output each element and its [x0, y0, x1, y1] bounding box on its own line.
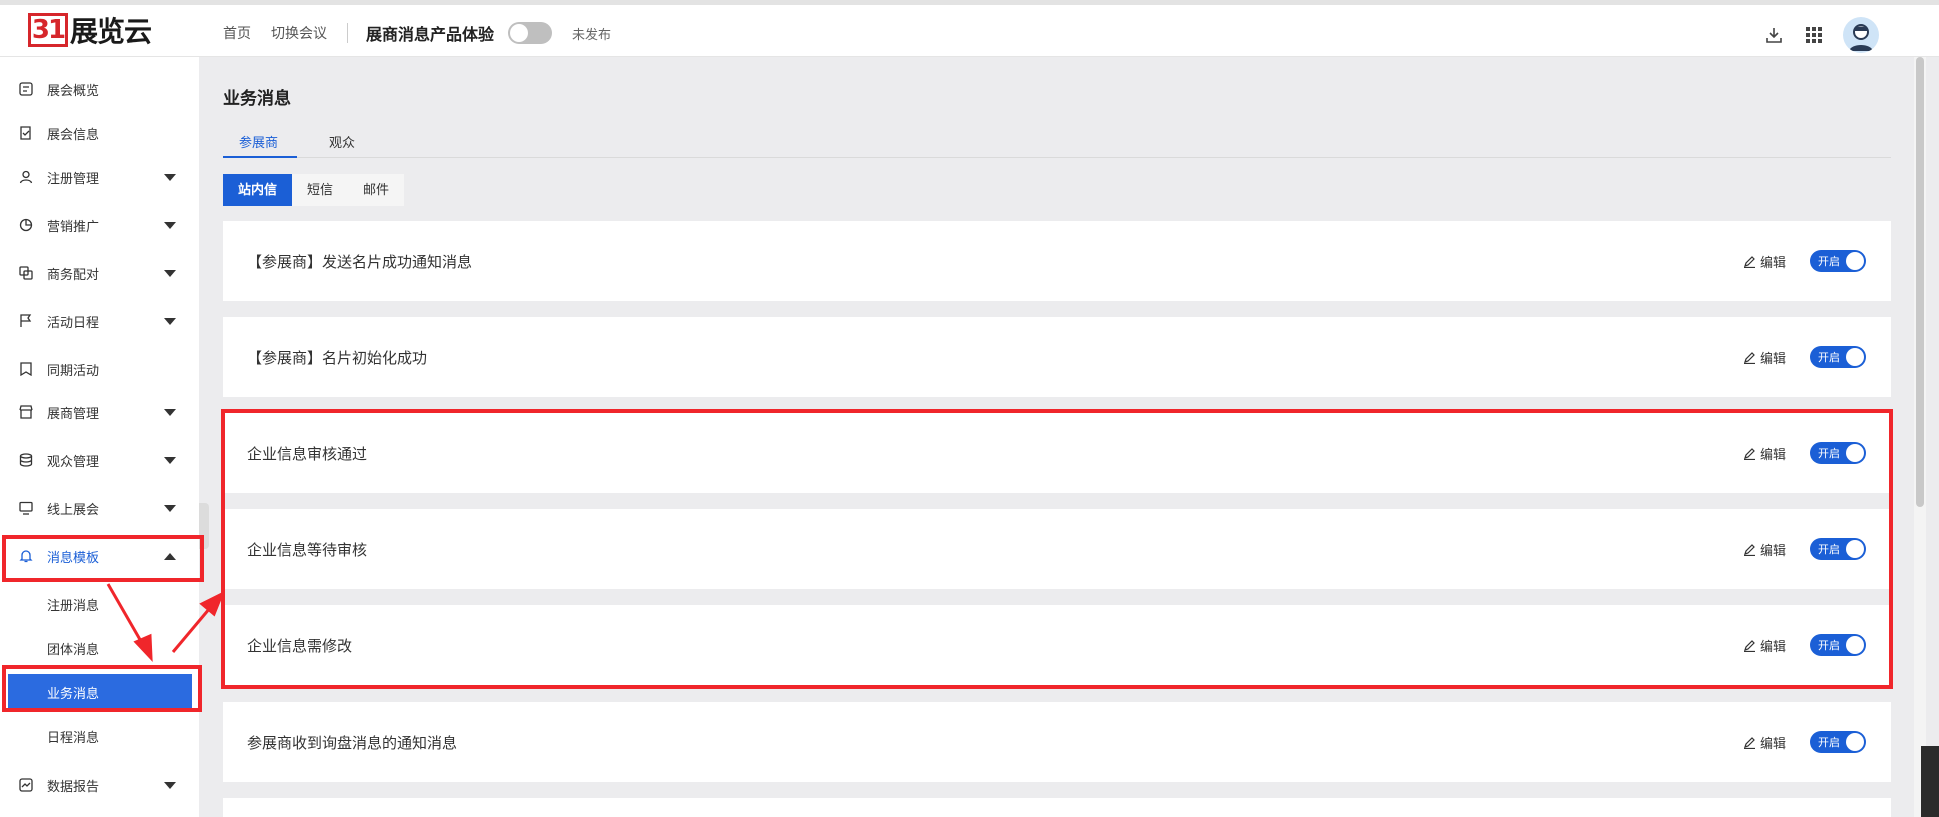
- edit-button[interactable]: 编辑: [1743, 252, 1786, 271]
- copy-icon: [18, 265, 34, 281]
- logo-text: 展览云: [70, 15, 152, 48]
- message-title: 【参展商】发送名片成功通知消息: [247, 253, 473, 271]
- sidebar-item-label: 营销推广: [47, 218, 100, 234]
- sidebar-item-marketing[interactable]: 营销推广: [0, 210, 199, 240]
- sidebar-item-label: 展会概览: [47, 82, 100, 98]
- sidebar-item-label: 展会信息: [47, 126, 100, 142]
- line-chart-icon: [18, 777, 34, 793]
- toggle-label: 开启: [1818, 352, 1840, 364]
- sidebar-item-schedule[interactable]: 活动日程: [0, 306, 199, 336]
- pencil-icon: [1743, 736, 1756, 749]
- sidebar-item-label: 同期活动: [47, 362, 100, 378]
- tab-visitor[interactable]: 观众: [329, 132, 355, 151]
- divider: [347, 23, 348, 43]
- logo-badge: 31: [28, 13, 68, 47]
- annotation-box-message-templates: [2, 535, 204, 582]
- chevron-down-icon: [164, 456, 176, 464]
- top-bar: 31 展览云 首页 切换会议 展商消息产品体验 未发布: [0, 0, 1939, 57]
- store-icon: [18, 404, 34, 420]
- pencil-icon: [1743, 351, 1756, 364]
- chevron-down-icon: [164, 317, 176, 325]
- sidebar-subitem-label: 日程消息: [47, 729, 100, 745]
- chevron-down-icon: [164, 269, 176, 277]
- sidebar-item-data-report[interactable]: 数据报告: [0, 770, 199, 800]
- chevron-down-icon: [164, 221, 176, 229]
- user-avatar[interactable]: [1843, 17, 1879, 53]
- active-tab-indicator: [223, 156, 297, 158]
- sidebar-item-label: 数据报告: [47, 778, 100, 794]
- edit-label: 编辑: [1759, 350, 1786, 366]
- sidebar-item-online-expo[interactable]: 线上展会: [0, 493, 199, 523]
- chevron-down-icon: [164, 504, 176, 512]
- sidebar-item-visitors[interactable]: 观众管理: [0, 445, 199, 475]
- nav-switch-meeting-link[interactable]: 切换会议: [271, 23, 327, 43]
- message-card: 【参展商】名片初始化成功 编辑 开启: [223, 317, 1891, 397]
- bookmark-icon: [18, 361, 34, 377]
- pie-chart-icon: [18, 217, 34, 233]
- channel-switch: 站内信 短信 邮件: [223, 174, 405, 206]
- chevron-down-icon: [164, 173, 176, 181]
- edit-button[interactable]: 编辑: [1743, 733, 1786, 752]
- sidebar-subitem-label: 注册消息: [47, 597, 100, 613]
- sidebar-item-matchmaking[interactable]: 商务配对: [0, 258, 199, 288]
- sidebar-item-exhibitors[interactable]: 展商管理: [0, 397, 199, 427]
- sidebar-item-overview[interactable]: 展会概览: [0, 74, 199, 104]
- channel-email-button[interactable]: 邮件: [348, 174, 405, 206]
- top-nav: 首页 切换会议 展商消息产品体验 未发布: [223, 21, 611, 45]
- sidebar-item-label: 观众管理: [47, 453, 100, 469]
- download-icon[interactable]: [1761, 22, 1787, 48]
- pencil-icon: [1743, 255, 1756, 268]
- monitor-icon: [18, 500, 34, 516]
- enable-toggle[interactable]: 开启: [1810, 250, 1866, 272]
- user-icon: [18, 169, 34, 185]
- sidebar-item-label: 注册管理: [47, 170, 100, 186]
- message-card: 【参展商】发送名片成功通知消息 编辑 开启: [223, 221, 1891, 301]
- scrollbar-thumb[interactable]: [1916, 57, 1924, 507]
- chevron-down-icon: [164, 781, 176, 789]
- message-title: 参展商收到询盘消息的通知消息: [247, 734, 458, 752]
- sidebar-subitem-label: 团体消息: [47, 641, 100, 657]
- edit-button[interactable]: 编辑: [1743, 348, 1786, 367]
- sidebar-subitem-group-messages[interactable]: 团体消息: [0, 630, 199, 666]
- channel-sms-button[interactable]: 短信: [292, 174, 349, 206]
- tab-exhibitor[interactable]: 参展商: [239, 132, 278, 151]
- audience-tabs: 参展商 观众: [223, 128, 1891, 158]
- annotation-box-enterprise-cards: [221, 409, 1893, 689]
- sidebar-item-info[interactable]: 展会信息: [0, 118, 199, 148]
- channel-in-app-button[interactable]: 站内信: [223, 174, 293, 206]
- sidebar-item-label: 展商管理: [47, 405, 100, 421]
- nav-home-link[interactable]: 首页: [223, 23, 251, 43]
- apps-grid-icon[interactable]: [1801, 22, 1827, 48]
- page-title: 业务消息: [223, 89, 291, 108]
- toggle-label: 开启: [1818, 737, 1840, 749]
- publish-status: 未发布: [572, 26, 612, 42]
- sidebar-item-label: 商务配对: [47, 266, 100, 282]
- enable-toggle[interactable]: 开启: [1810, 731, 1866, 753]
- message-card-partial: [223, 798, 1891, 817]
- sidebar-subitem-schedule-messages[interactable]: 日程消息: [0, 718, 199, 754]
- publish-toggle[interactable]: [508, 22, 553, 44]
- document-check-icon: [18, 125, 34, 141]
- window-edge: [1921, 746, 1939, 817]
- chevron-down-icon: [164, 408, 176, 416]
- database-icon: [18, 452, 34, 468]
- logo[interactable]: 31 展览云: [28, 13, 152, 48]
- message-card: 参展商收到询盘消息的通知消息 编辑 开启: [223, 702, 1891, 782]
- project-title: 展商消息产品体验: [366, 27, 495, 44]
- edit-label: 编辑: [1759, 254, 1786, 270]
- sidebar-subitem-registration-messages[interactable]: 注册消息: [0, 586, 199, 622]
- sidebar-item-label: 线上展会: [47, 501, 100, 517]
- annotation-box-business-messages: [2, 665, 202, 712]
- overview-icon: [18, 81, 34, 97]
- sidebar-item-concurrent-events[interactable]: 同期活动: [0, 354, 199, 384]
- sidebar-item-label: 活动日程: [47, 314, 100, 330]
- edit-label: 编辑: [1759, 735, 1786, 751]
- enable-toggle[interactable]: 开启: [1810, 346, 1866, 368]
- message-title: 【参展商】名片初始化成功: [247, 349, 428, 367]
- toggle-label: 开启: [1818, 256, 1840, 268]
- flag-icon: [18, 313, 34, 329]
- sidebar-item-registration[interactable]: 注册管理: [0, 162, 199, 192]
- top-actions: [1747, 17, 1879, 53]
